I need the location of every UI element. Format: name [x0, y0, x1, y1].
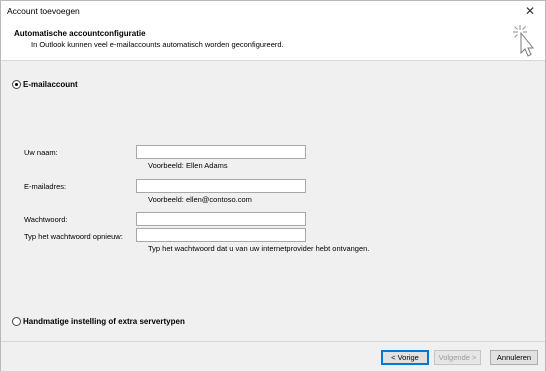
manual-setup-radio[interactable]: [12, 317, 21, 326]
name-label: Uw naam:: [24, 148, 58, 157]
password-input[interactable]: [136, 212, 306, 226]
next-button[interactable]: Volgende >: [434, 350, 481, 365]
add-account-dialog: Account toevoegen ✕ Automatische account…: [0, 0, 546, 371]
name-input[interactable]: [136, 145, 306, 159]
header-subtitle: In Outlook kunnen veel e-mailaccounts au…: [31, 40, 284, 49]
close-icon[interactable]: ✕: [523, 4, 537, 18]
wizard-cursor-icon: [513, 25, 535, 57]
window-title: Account toevoegen: [7, 6, 80, 16]
back-button[interactable]: < Vorige: [381, 350, 429, 365]
wizard-header: Automatische accountconfiguratie In Outl…: [1, 21, 545, 61]
email-account-radio[interactable]: [12, 80, 21, 89]
password-repeat-input[interactable]: [136, 228, 306, 242]
password-label: Wachtwoord:: [24, 215, 68, 224]
header-title: Automatische accountconfiguratie: [14, 29, 146, 38]
email-input[interactable]: [136, 179, 306, 193]
manual-setup-label[interactable]: Handmatige instelling of extra servertyp…: [23, 317, 185, 326]
password-repeat-hint: Typ het wachtwoord dat u van uw internet…: [148, 244, 370, 253]
wizard-footer: < Vorige Volgende > Annuleren: [1, 341, 545, 371]
password-repeat-label: Typ het wachtwoord opnieuw:: [24, 232, 123, 241]
email-label: E-mailadres:: [24, 182, 67, 191]
email-hint: Voorbeeld: ellen@contoso.com: [148, 195, 252, 204]
wizard-content: E-mailaccount Uw naam: Voorbeeld: Ellen …: [1, 62, 545, 338]
title-bar: Account toevoegen ✕: [1, 1, 545, 21]
email-account-label[interactable]: E-mailaccount: [23, 80, 78, 89]
cancel-button[interactable]: Annuleren: [490, 350, 538, 365]
name-hint: Voorbeeld: Ellen Adams: [148, 161, 228, 170]
